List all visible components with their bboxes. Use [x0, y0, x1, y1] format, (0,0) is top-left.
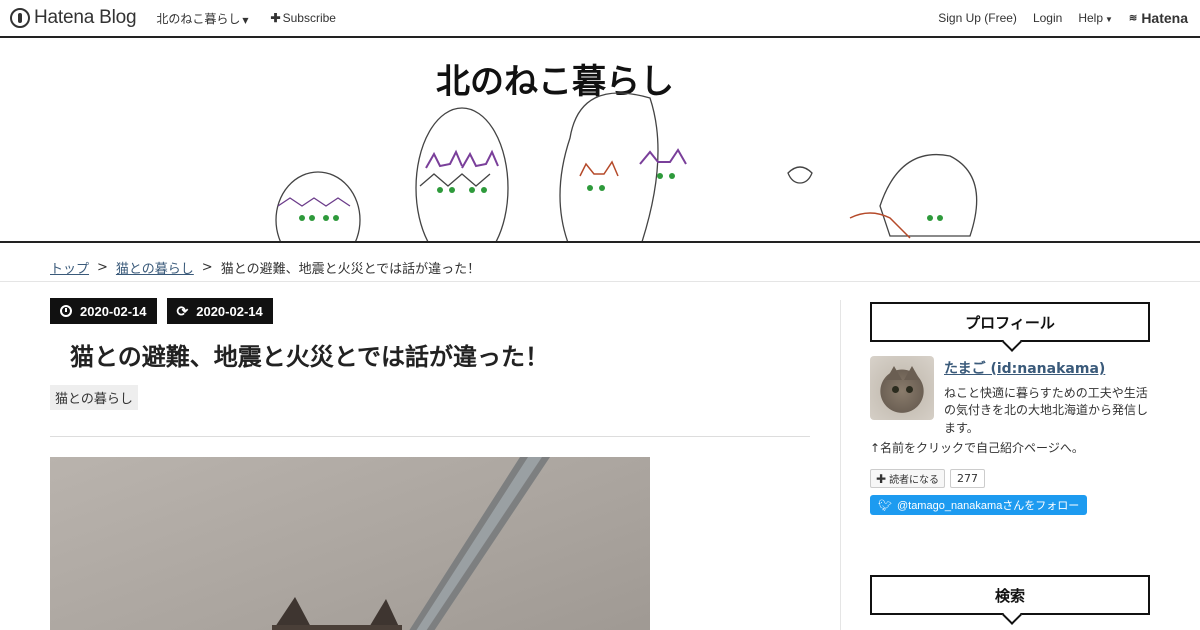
egg-2-crack: [419, 173, 491, 187]
avatar-ear-right: [904, 366, 920, 380]
hatena-blog-logo[interactable]: Hatena Blog: [10, 7, 137, 29]
breadcrumb-current: 猫との避難、地震と火災とでは話が違った！: [220, 262, 481, 277]
subscribe-reader-button[interactable]: ✚ 読者になる: [870, 469, 946, 488]
avatar[interactable]: [870, 356, 934, 420]
twitter-follow-button[interactable]: 🐦︎ @tamago_nanakamaさんをフォロー: [870, 495, 1088, 515]
hatena-brand-icon: ≋: [1128, 12, 1138, 24]
profile-note: ↑名前をクリックで自己紹介ページへ。: [870, 441, 1084, 455]
published-date-badge[interactable]: 2020-02-14: [50, 298, 157, 324]
breadcrumb-separator: >: [97, 260, 108, 275]
breadcrumb-separator: >: [201, 260, 213, 275]
breadcrumb-top-link[interactable]: トップ: [50, 258, 89, 277]
reader-button-label: 読者になる: [889, 475, 940, 486]
photo-content: [272, 457, 550, 630]
hatena-brand-link[interactable]: ≋ Hatena: [1129, 10, 1188, 26]
avatar-eye-left: [892, 386, 899, 393]
blog-name-menu[interactable]: 北のねこ暮らし ▼: [156, 10, 248, 27]
egg-3: [559, 92, 659, 241]
hatena-brand-label: Hatena: [1141, 10, 1188, 26]
global-header-left: Hatena Blog 北のねこ暮らし ▼ ✚ Subscribe: [10, 0, 336, 36]
chevron-down-icon: ▼: [1105, 15, 1113, 24]
entry-photo[interactable]: [50, 457, 650, 630]
entry-dates: 2020-02-14 ⟳ 2020-02-14: [50, 298, 273, 324]
profile-module-title: プロフィール: [870, 302, 1150, 342]
twitter-button-label: @tamago_nanakamaさんをフォロー: [896, 500, 1080, 512]
header-illustration: [275, 92, 978, 241]
global-header: Hatena Blog 北のねこ暮らし ▼ ✚ Subscribe Sign Up …: [0, 0, 1200, 38]
updated-date: 2020-02-14: [196, 303, 263, 319]
reader-count[interactable]: 277: [950, 469, 985, 488]
entry-divider: [50, 436, 810, 437]
profile-name-link[interactable]: たまご (id:nanakama): [944, 358, 1105, 378]
subscribe-button[interactable]: ✚ Subscribe: [271, 11, 336, 25]
breadcrumb-divider: [0, 281, 1200, 282]
egg-1: [275, 171, 361, 241]
subscribe-label: Subscribe: [282, 11, 336, 25]
blog-name-label: 北のねこ暮らし: [156, 11, 241, 26]
cat-eyes: [299, 173, 943, 221]
profile-description: ねこと快適に暮らすための工夫や生活の気付きを北の大地北海道から発信します。: [944, 386, 1149, 435]
refresh-icon: ⟳: [176, 302, 189, 319]
egg-shell-piece: [787, 166, 813, 184]
avatar-ear-left: [886, 366, 902, 380]
twitter-bird-icon: 🐦︎: [878, 499, 892, 512]
hatena-blog-logo-icon: [10, 8, 30, 28]
sidebar-divider: [840, 300, 841, 630]
global-header-right: Sign Up (Free) Login Help ▼ ≋ Hatena: [938, 0, 1188, 36]
chevron-down-icon: ▼: [242, 15, 249, 25]
category-tag[interactable]: 猫との暮らし: [50, 385, 138, 410]
egg-4: [879, 154, 978, 237]
clock-icon: [60, 305, 72, 317]
plus-icon: ✚: [876, 471, 887, 486]
plus-icon: ✚: [270, 11, 281, 25]
signup-link[interactable]: Sign Up (Free): [938, 11, 1017, 25]
breadcrumb-category-link[interactable]: 猫との暮らし: [116, 258, 194, 277]
login-link[interactable]: Login: [1033, 11, 1062, 25]
updated-date-badge[interactable]: ⟳ 2020-02-14: [166, 298, 273, 324]
entry-title[interactable]: 猫との避難、地震と火災とでは話が違った！: [70, 337, 549, 372]
egg-2: [415, 107, 509, 241]
help-label: Help: [1078, 11, 1103, 25]
help-menu[interactable]: Help ▼: [1078, 11, 1113, 25]
breadcrumb: トップ > 猫との暮らし > 猫との避難、地震と火災とでは話が違った！: [50, 258, 480, 277]
blog-header-banner[interactable]: 北のねこ暮らし: [0, 38, 1200, 243]
egg-1-crack: [277, 197, 351, 207]
published-date: 2020-02-14: [80, 303, 147, 319]
search-module-title: 検索: [870, 575, 1150, 615]
avatar-eye-right: [906, 386, 913, 393]
logo-text: Hatena Blog: [34, 7, 137, 28]
